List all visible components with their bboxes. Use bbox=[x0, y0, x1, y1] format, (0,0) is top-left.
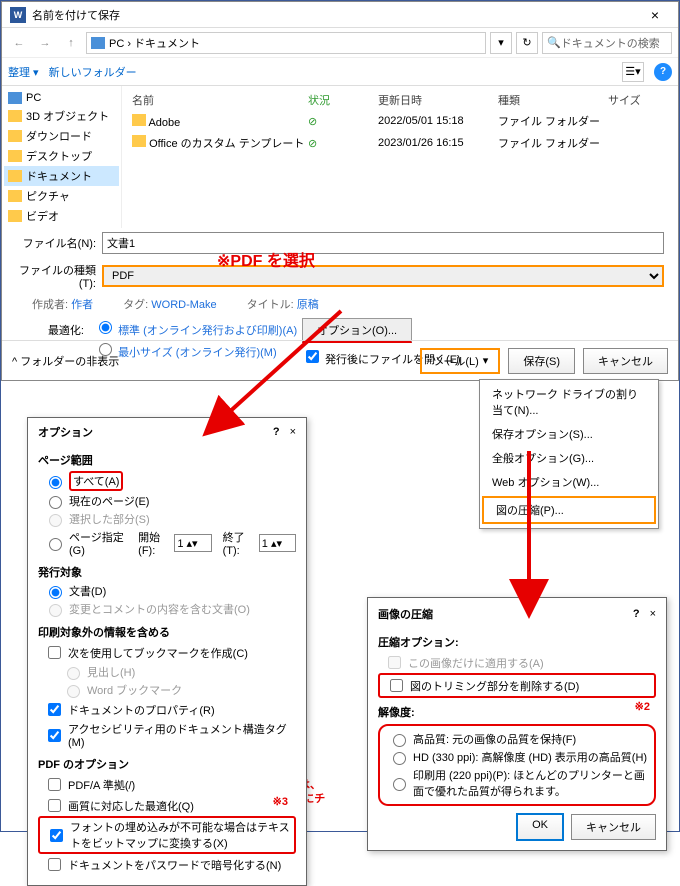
forward-icon[interactable]: → bbox=[34, 32, 56, 54]
check-password[interactable]: ドキュメントをパスワードで暗号化する(N) bbox=[38, 854, 296, 875]
check-font-bitmap[interactable]: フォントの埋め込みが不可能な場合はテキストをビットマップに変換する(X) bbox=[38, 816, 296, 854]
author-link[interactable]: 作者 bbox=[71, 299, 93, 311]
options-dialog: オプション ? × ページ範囲 すべて(A) 現在のページ(E) 選択した部分(… bbox=[27, 417, 307, 886]
radio-standard[interactable]: 標準 (オンライン発行および印刷)(A) bbox=[94, 318, 297, 338]
radio-selection[interactable]: 選択した部分(S) bbox=[38, 510, 296, 528]
check-bookmark[interactable]: 次を使用してブックマークを作成(C) bbox=[38, 642, 296, 663]
radio-print[interactable]: 印刷用 (220 ppi)(P): ほとんどのプリンターと画面で優れた品質が得ら… bbox=[382, 766, 652, 800]
tag-link[interactable]: WORD-Make bbox=[151, 299, 216, 311]
ok-button[interactable]: OK bbox=[517, 814, 563, 840]
list-header[interactable]: 名前 状況 更新日時 種類 サイズ bbox=[122, 90, 678, 110]
sync-icon: ⊘ bbox=[308, 115, 378, 128]
toolbar: 整理 ▾ 新しいフォルダー ☰▾ ? bbox=[2, 58, 678, 86]
close-icon[interactable]: × bbox=[290, 426, 296, 438]
folder-tree[interactable]: PC 3D オブジェクト ダウンロード デスクトップ ドキュメント ピクチャ ビ… bbox=[2, 86, 122, 228]
tree-item: ビデオ bbox=[4, 206, 119, 226]
file-list[interactable]: 名前 状況 更新日時 種類 サイズ Adobe ⊘ 2022/05/01 15:… bbox=[122, 86, 678, 228]
nav-row: ← → ↑ PC › ドキュメント ▾ ↻ 🔍 ドキュメントの検索 bbox=[2, 28, 678, 58]
metadata-row: 作成者: 作者 タグ: WORD-Make タイトル: 原稿 bbox=[2, 294, 678, 314]
menu-item[interactable]: 全般オプション(G)... bbox=[480, 446, 658, 470]
tree-item: ダウンロード bbox=[4, 126, 119, 146]
radio-hd[interactable]: HD (330 ppi): 高解像度 (HD) 表示用の高品質(H) bbox=[382, 748, 652, 766]
check-crop[interactable]: 図のトリミング部分を削除する(D) bbox=[378, 673, 656, 698]
check-properties[interactable]: ドキュメントのプロパティ(R) bbox=[38, 699, 296, 720]
check-apply-only[interactable]: この画像だけに適用する(A) bbox=[378, 652, 656, 673]
refresh-icon[interactable]: ↻ bbox=[516, 32, 538, 54]
cancel-button[interactable]: キャンセル bbox=[583, 348, 668, 374]
hide-folders[interactable]: ^ フォルダーの非表示 bbox=[12, 353, 412, 369]
filename-row: ファイル名(N): bbox=[2, 228, 678, 258]
title-link[interactable]: 原稿 bbox=[297, 299, 319, 311]
search-input[interactable]: 🔍 ドキュメントの検索 bbox=[542, 32, 672, 54]
cancel-button[interactable]: キャンセル bbox=[571, 814, 656, 840]
radio-current[interactable]: 現在のページ(E) bbox=[38, 492, 296, 510]
save-button[interactable]: 保存(S) bbox=[508, 348, 575, 374]
radio-pages[interactable]: ページ指定(G) 開始(F): 1 ▴▾ 終了(T): 1 ▴▾ bbox=[38, 528, 296, 558]
organize-menu[interactable]: 整理 ▾ bbox=[8, 64, 39, 80]
help-icon[interactable]: ? bbox=[654, 63, 672, 81]
note-select-pdf: ※PDF を選択 bbox=[217, 247, 315, 271]
menu-item[interactable]: Web オプション(W)... bbox=[480, 470, 658, 494]
tools-menu: ネットワーク ドライブの割り当て(N)... 保存オプション(S)... 全般オ… bbox=[479, 379, 659, 529]
tree-item-selected: ドキュメント bbox=[4, 166, 119, 186]
chevron-down-icon[interactable]: ▾ bbox=[490, 32, 512, 54]
menu-item[interactable]: ネットワーク ドライブの割り当て(N)... bbox=[480, 382, 658, 422]
check-pdfa[interactable]: PDF/A 準拠(/) bbox=[38, 774, 296, 795]
radio-all[interactable]: すべて(A) bbox=[38, 470, 296, 492]
pc-icon bbox=[91, 37, 105, 49]
save-as-dialog: W 名前を付けて保存 × ← → ↑ PC › ドキュメント ▾ ↻ 🔍 ドキュ… bbox=[1, 1, 679, 381]
list-item[interactable]: Office のカスタム テンプレート ⊘ 2023/01/26 16:15 フ… bbox=[122, 132, 678, 154]
up-icon[interactable]: ↑ bbox=[60, 32, 82, 54]
radio-word-bm[interactable]: Word ブックマーク bbox=[56, 681, 296, 699]
check-imgopt[interactable]: 画質に対応した最適化(Q) bbox=[38, 795, 296, 816]
radio-changes[interactable]: 変更とコメントの内容を含む文書(O) bbox=[38, 600, 296, 618]
check-a11y[interactable]: アクセシビリティ用のドキュメント構造タグ(M) bbox=[38, 720, 296, 750]
word-icon: W bbox=[10, 7, 26, 23]
help-icon[interactable]: ? bbox=[273, 426, 280, 438]
tree-item: デスクトップ bbox=[4, 146, 119, 166]
view-icon[interactable]: ☰▾ bbox=[622, 62, 644, 82]
tools-button[interactable]: ツール(L) ▾ bbox=[420, 348, 500, 374]
explorer: PC 3D オブジェクト ダウンロード デスクトップ ドキュメント ピクチャ ビ… bbox=[2, 86, 678, 228]
close-icon[interactable]: × bbox=[650, 608, 656, 620]
radio-document[interactable]: 文書(D) bbox=[38, 582, 296, 600]
window-title: 名前を付けて保存 bbox=[32, 7, 640, 23]
tree-pc: PC bbox=[4, 90, 119, 106]
back-icon[interactable]: ← bbox=[8, 32, 30, 54]
tree-item: 3D オブジェクト bbox=[4, 106, 119, 126]
list-item[interactable]: Adobe ⊘ 2022/05/01 15:18 ファイル フォルダー bbox=[122, 110, 678, 132]
filename-input[interactable] bbox=[102, 232, 664, 254]
radio-hq[interactable]: 高品質: 元の画像の品質を保持(F) bbox=[382, 730, 652, 748]
filetype-row: ファイルの種類(T): PDF bbox=[2, 258, 678, 294]
new-folder-button[interactable]: 新しいフォルダー bbox=[49, 64, 137, 80]
bottom-bar: ^ フォルダーの非表示 ツール(L) ▾ 保存(S) キャンセル bbox=[2, 340, 678, 380]
path-bar[interactable]: PC › ドキュメント bbox=[86, 32, 486, 54]
compress-dialog: 画像の圧縮 ? × 圧縮オプション: この画像だけに適用する(A) 図のトリミン… bbox=[367, 597, 667, 851]
tree-item: ピクチャ bbox=[4, 186, 119, 206]
menu-item[interactable]: 保存オプション(S)... bbox=[480, 422, 658, 446]
path-text: PC › ドキュメント bbox=[109, 35, 200, 51]
tree-item: ミュージック bbox=[4, 226, 119, 228]
sync-icon: ⊘ bbox=[308, 137, 378, 150]
filetype-select[interactable]: PDF bbox=[102, 265, 664, 287]
close-icon[interactable]: × bbox=[640, 7, 670, 23]
menu-item-compress[interactable]: 図の圧縮(P)... bbox=[482, 496, 656, 524]
radio-headings[interactable]: 見出し(H) bbox=[56, 663, 296, 681]
help-icon[interactable]: ? bbox=[633, 608, 640, 620]
titlebar: W 名前を付けて保存 × bbox=[2, 2, 678, 28]
